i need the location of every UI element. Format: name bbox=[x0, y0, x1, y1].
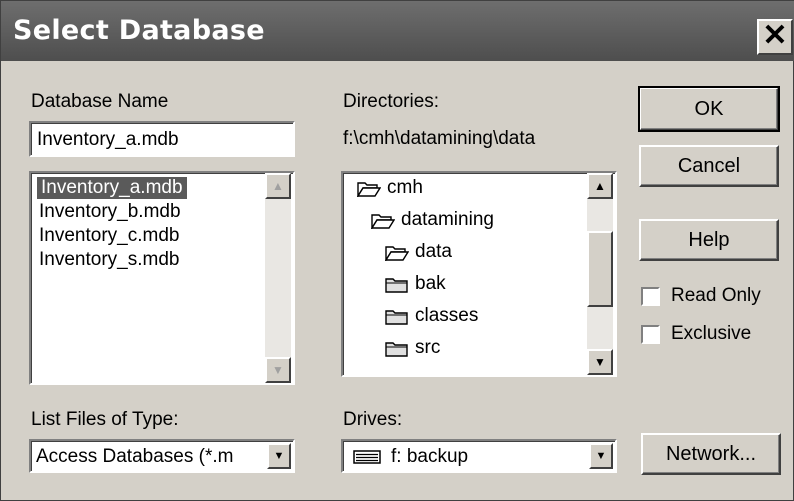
file-type-dropdown-button[interactable]: ▼ bbox=[267, 443, 291, 469]
folder-open-icon bbox=[370, 212, 396, 230]
title-bar[interactable]: Select Database ✕ bbox=[1, 1, 794, 61]
directory-item-label: src bbox=[415, 337, 441, 358]
help-button[interactable]: Help bbox=[639, 219, 779, 261]
up-arrow-icon: ▲ bbox=[272, 179, 284, 193]
up-arrow-icon: ▲ bbox=[594, 179, 606, 193]
database-file-list[interactable]: Inventory_a.mdb Inventory_b.mdb Inventory_… bbox=[29, 171, 295, 385]
down-arrow-icon: ▼ bbox=[594, 355, 606, 369]
folder-closed-icon bbox=[385, 276, 409, 293]
down-arrow-icon: ▼ bbox=[272, 363, 284, 377]
database-name-input[interactable]: Inventory_a.mdb bbox=[29, 121, 295, 157]
folder-closed-icon bbox=[385, 308, 409, 325]
close-button[interactable]: ✕ bbox=[757, 19, 793, 55]
drive-icon bbox=[353, 450, 381, 464]
network-button[interactable]: Network... bbox=[641, 433, 781, 475]
directory-item-label: data bbox=[415, 241, 452, 262]
directory-item-classes[interactable]: classes bbox=[385, 305, 478, 327]
directories-label: Directories: bbox=[343, 91, 440, 112]
directory-item-src[interactable]: src bbox=[385, 337, 440, 359]
directory-scrollbar[interactable]: ▲ ▼ bbox=[587, 173, 613, 375]
file-scroll-down-button[interactable]: ▼ bbox=[265, 357, 291, 383]
file-list-item[interactable]: Inventory_b.mdb bbox=[39, 201, 181, 223]
chevron-down-icon: ▼ bbox=[595, 450, 607, 462]
folder-open-icon bbox=[384, 244, 410, 262]
directory-item-label: classes bbox=[415, 305, 479, 326]
current-path: f:\cmh\datamining\data bbox=[343, 128, 536, 149]
directory-item-cmh[interactable]: cmh bbox=[356, 177, 423, 199]
select-database-dialog: Select Database ✕ Database Name Inventor… bbox=[0, 0, 794, 501]
file-scroll-up-button[interactable]: ▲ bbox=[265, 173, 291, 199]
file-list-item[interactable]: Inventory_a.mdb bbox=[37, 177, 187, 199]
directory-item-datamining[interactable]: datamining bbox=[370, 209, 494, 231]
file-type-label: List Files of Type: bbox=[31, 409, 179, 430]
database-name-label: Database Name bbox=[31, 91, 169, 112]
database-name-value: Inventory_a.mdb bbox=[37, 129, 179, 150]
directory-item-data[interactable]: data bbox=[384, 241, 452, 263]
exclusive-checkbox-box[interactable] bbox=[641, 325, 660, 344]
drives-dropdown-button[interactable]: ▼ bbox=[589, 443, 613, 469]
drives-combo[interactable]: f: backup ▼ bbox=[341, 439, 617, 473]
dir-scroll-thumb[interactable] bbox=[587, 231, 613, 307]
directory-tree[interactable]: cmh datamining data bak classes src ▲ ▼ bbox=[341, 171, 617, 377]
drives-label: Drives: bbox=[343, 409, 403, 430]
cancel-button[interactable]: Cancel bbox=[639, 145, 779, 187]
dialog-title: Select Database bbox=[13, 15, 265, 46]
close-icon: ✕ bbox=[762, 19, 788, 52]
directory-item-label: cmh bbox=[387, 177, 423, 198]
file-list-item[interactable]: Inventory_c.mdb bbox=[39, 225, 179, 247]
chevron-down-icon: ▼ bbox=[273, 450, 285, 462]
file-type-value: Access Databases (*.m bbox=[36, 446, 234, 467]
file-list-scrollbar[interactable]: ▲ ▼ bbox=[265, 173, 291, 383]
file-type-combo[interactable]: Access Databases (*.m ▼ bbox=[29, 439, 295, 473]
directory-item-label: datamining bbox=[401, 209, 494, 230]
drives-value: f: backup bbox=[391, 446, 469, 467]
dir-scroll-up-button[interactable]: ▲ bbox=[587, 173, 613, 199]
dir-scroll-down-button[interactable]: ▼ bbox=[587, 349, 613, 375]
exclusive-label[interactable]: Exclusive bbox=[671, 323, 751, 345]
folder-open-icon bbox=[356, 180, 382, 198]
directory-item-label: bak bbox=[415, 273, 446, 294]
folder-closed-icon bbox=[385, 340, 409, 357]
directory-item-bak[interactable]: bak bbox=[385, 273, 446, 295]
read-only-label[interactable]: Read Only bbox=[671, 285, 761, 307]
ok-button[interactable]: OK bbox=[638, 86, 780, 132]
file-list-item[interactable]: Inventory_s.mdb bbox=[39, 249, 179, 271]
read-only-checkbox-box[interactable] bbox=[641, 287, 660, 306]
